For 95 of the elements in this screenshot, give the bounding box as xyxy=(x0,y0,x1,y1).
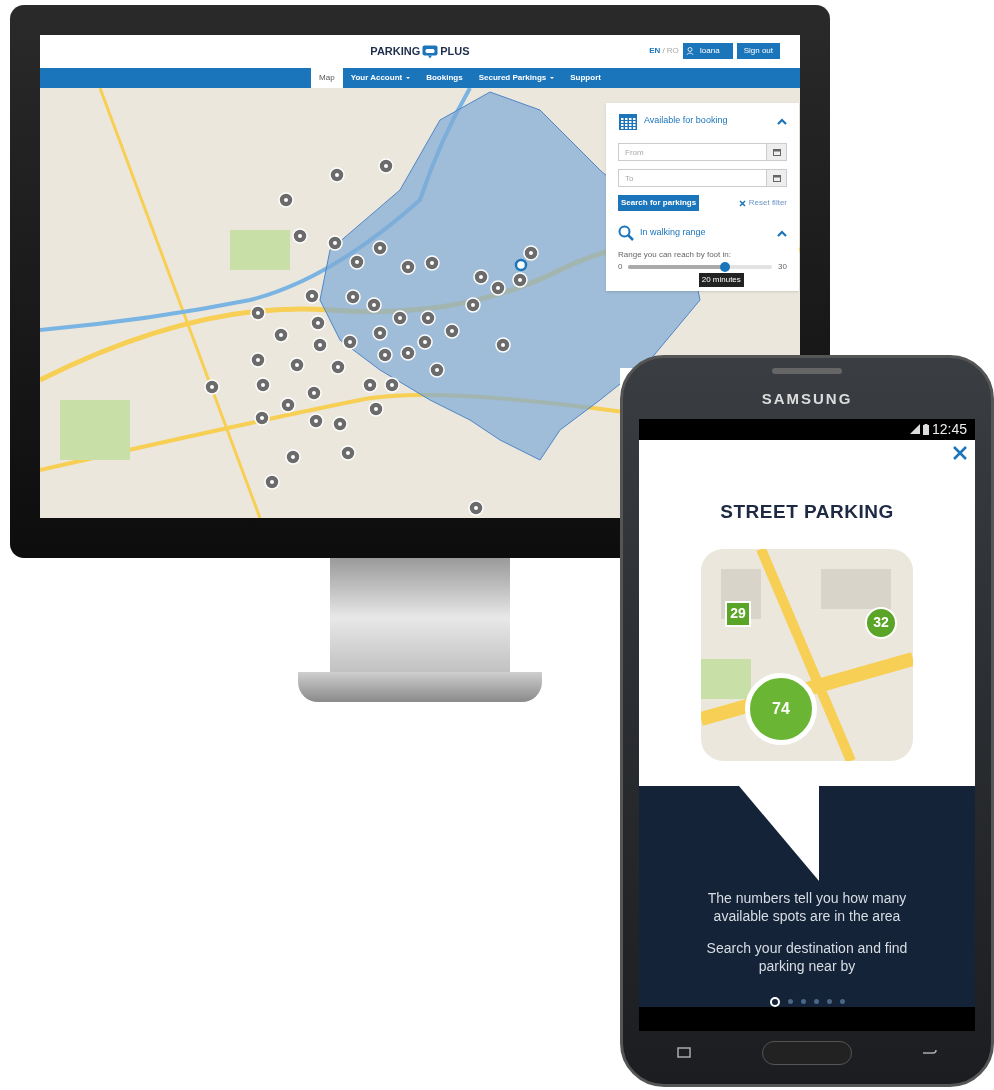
close-icon[interactable] xyxy=(953,446,967,461)
parking-pin-icon[interactable] xyxy=(378,158,394,174)
calendar-icon[interactable] xyxy=(772,174,781,182)
search-button[interactable]: Search for parkings xyxy=(618,195,700,211)
parking-count-badge[interactable]: 29 xyxy=(725,600,751,627)
slider-max-label: 30 xyxy=(778,261,787,273)
parking-pin-icon[interactable] xyxy=(512,272,528,288)
status-time: 12:45 xyxy=(931,419,967,439)
range-label: Range you can reach by foot in: xyxy=(618,249,732,261)
parking-pin-icon[interactable] xyxy=(340,445,356,461)
nav-tab[interactable]: Secured Parkings xyxy=(470,68,563,88)
parking-pin-icon[interactable] xyxy=(278,192,294,208)
recent-apps-icon[interactable] xyxy=(677,1046,693,1059)
user-button[interactable]: Ioana xyxy=(682,43,733,59)
logo-text[interactable]: PARKING xyxy=(370,43,421,60)
parking-pin-icon[interactable] xyxy=(392,310,408,326)
brand-label: SAMSUNG xyxy=(761,389,853,409)
search-icon xyxy=(618,225,634,241)
parking-pin-icon[interactable] xyxy=(292,228,308,244)
parking-pin-icon[interactable] xyxy=(342,334,358,350)
language-link[interactable]: EN xyxy=(649,45,661,57)
speaker-grille xyxy=(772,368,842,374)
parking-pin-icon[interactable] xyxy=(429,362,445,378)
logo-text[interactable]: PLUS xyxy=(440,43,470,60)
parking-pin-icon[interactable] xyxy=(310,315,326,331)
parking-pin-icon[interactable] xyxy=(264,474,280,490)
calendar-icon xyxy=(618,111,638,131)
nav-tab[interactable]: Your Account xyxy=(342,68,419,88)
parking-pin-icon[interactable] xyxy=(250,305,266,321)
panel-title: In walking range xyxy=(640,226,707,240)
chevron-up-icon[interactable] xyxy=(777,117,787,125)
parking-pin-icon[interactable] xyxy=(280,397,296,413)
parking-pin-icon[interactable] xyxy=(400,345,416,361)
parking-pin-icon[interactable] xyxy=(255,377,271,393)
parking-pin-icon[interactable] xyxy=(273,327,289,343)
signal-icon xyxy=(909,424,920,435)
panel-title: Available for booking xyxy=(644,114,729,128)
parking-pin-icon[interactable] xyxy=(372,325,388,341)
parking-pin-icon[interactable] xyxy=(495,337,511,353)
parking-pin-icon[interactable] xyxy=(420,310,436,326)
parking-pin-icon[interactable] xyxy=(368,401,384,417)
parking-pin-icon[interactable] xyxy=(366,297,382,313)
parking-pin-icon[interactable] xyxy=(312,337,328,353)
parking-pin-icon[interactable] xyxy=(285,449,301,465)
parking-pin-icon[interactable] xyxy=(400,259,416,275)
dropdown-caret-icon xyxy=(550,77,555,79)
parking-pin-icon[interactable] xyxy=(468,500,484,516)
slider-tooltip: 20 minutes xyxy=(698,273,744,287)
nav-tab[interactable]: Map xyxy=(311,68,343,88)
close-icon xyxy=(738,199,746,207)
parking-pin-icon[interactable] xyxy=(349,254,365,270)
location-marker-icon[interactable] xyxy=(514,258,528,272)
reset-filter-button[interactable]: Reset filter xyxy=(738,197,787,209)
calendar-button[interactable] xyxy=(767,143,787,161)
parking-pin-icon[interactable] xyxy=(308,413,324,429)
parking-pin-icon[interactable] xyxy=(204,379,220,395)
parking-pin-icon[interactable] xyxy=(377,347,393,363)
parking-pin-icon[interactable] xyxy=(490,280,506,296)
date-field[interactable]: To xyxy=(618,169,767,187)
calendar-button[interactable] xyxy=(767,169,787,187)
user-icon xyxy=(685,47,694,55)
slider-min-label: 0 xyxy=(618,261,623,273)
dropdown-caret-icon xyxy=(406,77,411,79)
parking-pin-icon[interactable] xyxy=(444,323,460,339)
parking-pin-icon[interactable] xyxy=(250,352,266,368)
parking-pin-icon[interactable] xyxy=(473,269,489,285)
slider-thumb[interactable] xyxy=(719,262,730,272)
language-separator: / xyxy=(662,45,665,57)
parking-pin-icon[interactable] xyxy=(384,377,400,393)
parking-pin-icon[interactable] xyxy=(372,240,388,256)
calendar-icon[interactable] xyxy=(772,148,781,156)
date-field[interactable]: From xyxy=(618,143,767,161)
parking-pin-icon[interactable] xyxy=(254,410,270,426)
parking-pin-icon[interactable] xyxy=(332,416,348,432)
parking-pin-icon[interactable] xyxy=(424,255,440,271)
parking-pin-icon[interactable] xyxy=(306,385,322,401)
chevron-up-icon[interactable] xyxy=(777,229,787,237)
parking-pin-icon[interactable] xyxy=(523,245,539,261)
nav-tab[interactable]: Support xyxy=(562,68,609,88)
parking-pin-icon[interactable] xyxy=(417,334,433,350)
screen-title: STREET PARKING xyxy=(720,500,894,525)
parking-pin-icon[interactable] xyxy=(329,167,345,183)
nav-tab[interactable]: Bookings xyxy=(418,68,471,88)
parking-pin-icon[interactable] xyxy=(304,288,320,304)
intro-text: The numbers tell you how many available spots are in the area xyxy=(706,888,908,925)
parking-pin-icon[interactable] xyxy=(289,357,305,373)
parking-pin-icon[interactable] xyxy=(465,297,481,313)
parking-pin-icon[interactable] xyxy=(362,377,378,393)
intro-text: Search your destination and find parking near by xyxy=(705,938,909,975)
parking-pin-icon[interactable] xyxy=(330,359,346,375)
language-link[interactable]: RO xyxy=(666,45,679,57)
battery-icon xyxy=(922,423,929,435)
parking-pin-icon[interactable] xyxy=(327,235,343,251)
sign-out-button[interactable]: Sign out xyxy=(736,43,780,59)
parking-pin-icon[interactable] xyxy=(345,289,361,305)
